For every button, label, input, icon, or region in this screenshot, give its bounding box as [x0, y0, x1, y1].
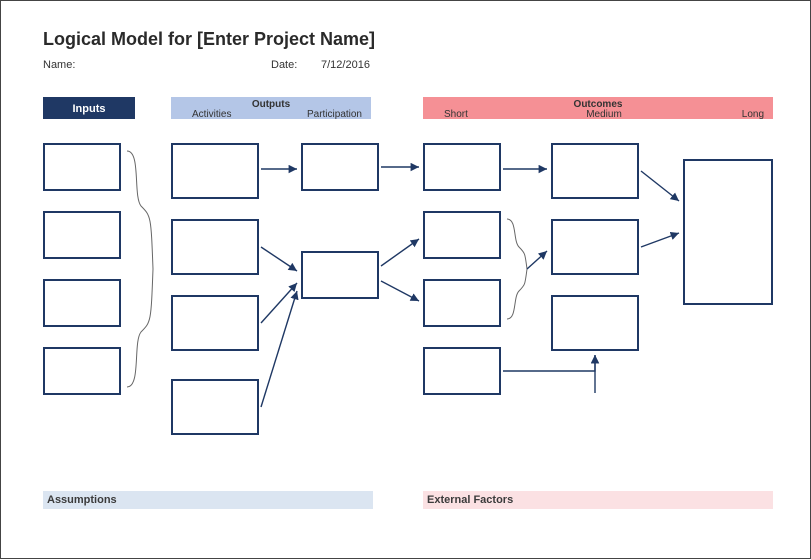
header-outputs-participation: Participation: [277, 110, 362, 120]
input-box-2[interactable]: [43, 211, 121, 259]
header-outcomes-medium: Medium: [551, 110, 658, 120]
input-box-4[interactable]: [43, 347, 121, 395]
page-frame: Logical Model for [Enter Project Name] N…: [0, 0, 811, 559]
short-box-2[interactable]: [423, 211, 501, 259]
activity-box-4[interactable]: [171, 379, 259, 435]
header-outputs: Outputs Activities Participation: [171, 97, 371, 119]
input-box-3[interactable]: [43, 279, 121, 327]
participation-box-1[interactable]: [301, 143, 379, 191]
header-outcomes-long: Long: [657, 110, 764, 120]
header-outcomes: Outcomes Short Medium Long: [423, 97, 773, 119]
header-inputs: Inputs: [43, 97, 135, 119]
page-title: Logical Model for [Enter Project Name]: [43, 29, 375, 50]
name-label: Name:: [43, 59, 75, 71]
header-outcomes-short: Short: [444, 110, 551, 120]
short-box-4[interactable]: [423, 347, 501, 395]
participation-box-2[interactable]: [301, 251, 379, 299]
date-value: 7/12/2016: [321, 59, 370, 71]
short-box-3[interactable]: [423, 279, 501, 327]
header-outcomes-sub: Short Medium Long: [424, 110, 772, 121]
long-box-1[interactable]: [683, 159, 773, 305]
medium-box-2[interactable]: [551, 219, 639, 275]
date-label: Date:: [271, 59, 297, 71]
activity-box-2[interactable]: [171, 219, 259, 275]
activity-box-1[interactable]: [171, 143, 259, 199]
header-outputs-activities: Activities: [192, 110, 277, 120]
medium-box-3[interactable]: [551, 295, 639, 351]
medium-box-1[interactable]: [551, 143, 639, 199]
input-box-1[interactable]: [43, 143, 121, 191]
short-box-1[interactable]: [423, 143, 501, 191]
footer-external: External Factors: [423, 491, 773, 509]
header-outputs-sub: Activities Participation: [172, 110, 370, 121]
activity-box-3[interactable]: [171, 295, 259, 351]
footer-assumptions: Assumptions: [43, 491, 373, 509]
